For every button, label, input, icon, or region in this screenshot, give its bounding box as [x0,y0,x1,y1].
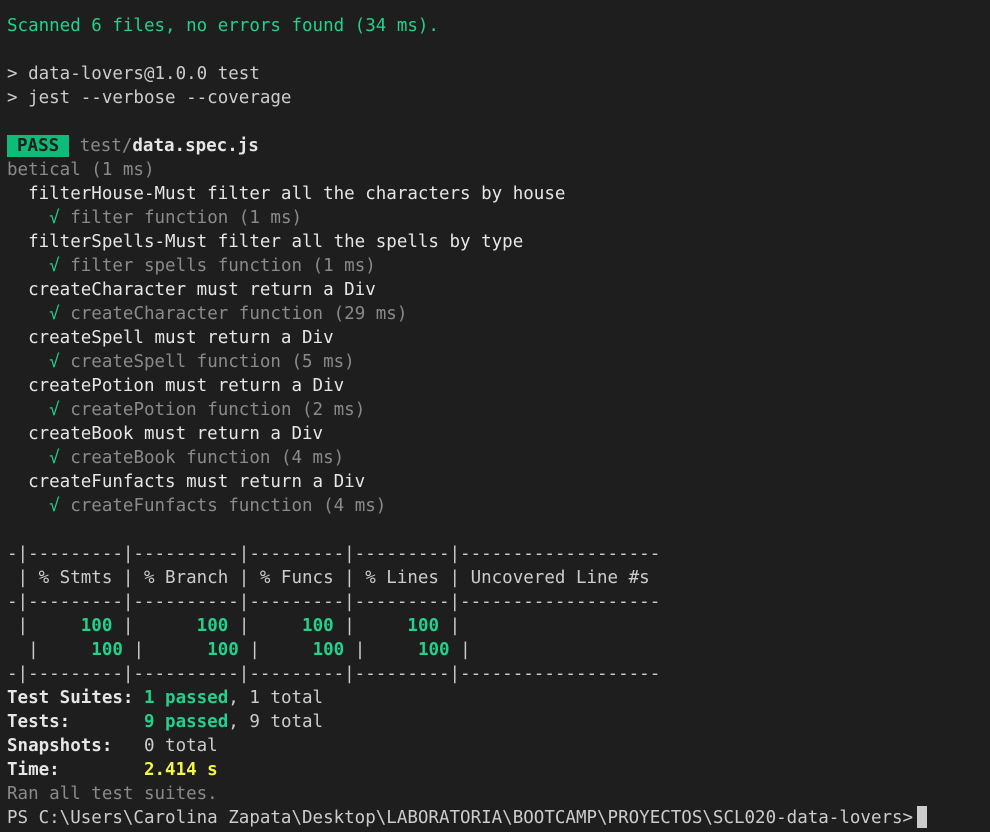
test-describe-line: filterSpells-Must filter all the spells … [7,232,524,252]
test-case-name: createCharacter function (29 ms) [59,304,408,324]
check-icon: √ [7,208,60,228]
coverage-lines-value: 100 [407,616,440,636]
test-result-line: PASS test/data.spec.js [7,134,987,158]
test-describe-line: filterHouse-Must filter all the characte… [7,184,566,204]
summary-ran-all: Ran all test suites. [7,784,218,804]
test-file-dir: test/ [79,136,133,156]
coverage-header: | % Stmts | % Branch | % Funcs | % Lines… [7,568,650,588]
test-case-line: √ filter spells function (1 ms) [7,254,987,278]
npm-command-line: > jest --verbose --coverage [7,88,292,108]
check-icon: √ [7,304,60,324]
check-icon: √ [7,400,60,420]
coverage-stmts-value: 100 [80,616,113,636]
summary-time: Time: 2.414 s [7,760,218,780]
summary-snapshots: Snapshots: 0 total [7,736,218,756]
test-file-name: data.spec.js [132,136,259,156]
coverage-stmts-value: 100 [91,640,123,660]
test-case-name: filter function (1 ms) [59,208,303,228]
test-describe-line: createPotion must return a Div [7,376,345,396]
coverage-branch-value: 100 [196,616,229,636]
check-icon: √ [7,496,60,516]
prompt-path: PS C:\Users\Carolina Zapata\Desktop\LABO… [7,808,914,828]
test-describe-line: createCharacter must return a Div [7,280,376,300]
test-describe-line: createBook must return a Div [7,424,324,444]
test-case-line: √ createPotion function (2 ms) [7,398,987,422]
npm-script-line: > data-lovers@1.0.0 test [7,64,260,84]
coverage-lines-value: 100 [417,640,450,660]
test-case-line: √ createBook function (4 ms) [7,446,987,470]
test-group-line: betical (1 ms) [7,160,155,180]
coverage-row: | 100 | 100 | 100 | 100 | [7,640,471,660]
coverage-branch-value: 100 [207,640,239,660]
coverage-funcs-value: 100 [312,640,345,660]
scan-status-line: Scanned 6 files, no errors found (34 ms)… [7,16,439,36]
coverage-separator: -|---------|----------|---------|-------… [7,592,661,612]
test-describe-line: createFunfacts must return a Div [7,472,366,492]
check-icon: √ [7,352,60,372]
check-icon: √ [7,448,60,468]
terminal-output[interactable]: Scanned 6 files, no errors found (34 ms)… [7,14,987,830]
test-list: filterHouse-Must filter all the characte… [7,182,987,518]
test-case-name: createPotion function (2 ms) [59,400,366,420]
summary-tests: Tests: 9 passed, 9 total [7,712,324,732]
test-case-name: createBook function (4 ms) [59,448,345,468]
test-case-line: √ filter function (1 ms) [7,206,987,230]
summary-test-suites: Test Suites: 1 passed, 1 total [7,688,324,708]
coverage-separator: -|---------|----------|---------|-------… [7,664,661,684]
check-icon: √ [7,256,60,276]
pass-badge: PASS [7,135,70,157]
test-case-line: √ createFunfacts function (4 ms) [7,494,987,518]
coverage-funcs-value: 100 [302,616,334,636]
test-case-line: √ createSpell function (5 ms) [7,350,987,374]
test-describe-line: createSpell must return a Div [7,328,334,348]
text-cursor [917,806,928,828]
shell-prompt[interactable]: PS C:\Users\Carolina Zapata\Desktop\LABO… [7,806,987,830]
test-case-name: createSpell function (5 ms) [59,352,355,372]
test-case-name: createFunfacts function (4 ms) [59,496,387,516]
test-case-name: filter spells function (1 ms) [59,256,376,276]
coverage-separator: -|---------|----------|---------|-------… [7,544,661,564]
coverage-row: | 100 | 100 | 100 | 100 | [7,616,461,636]
test-case-line: √ createCharacter function (29 ms) [7,302,987,326]
